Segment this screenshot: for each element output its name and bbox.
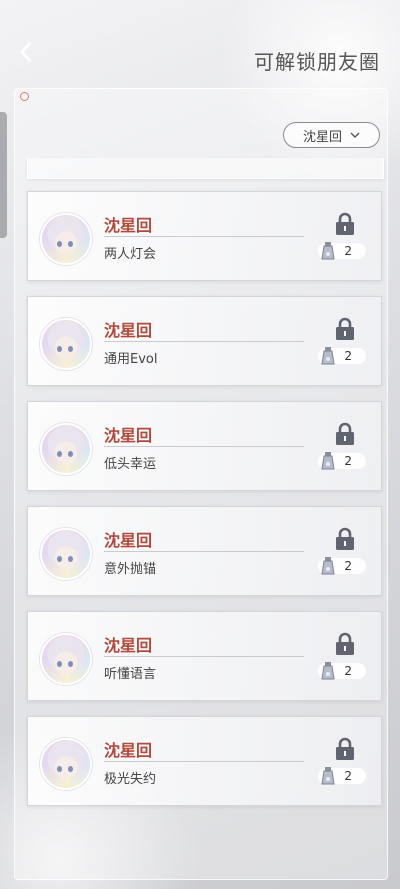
card-description: 极光失约 (104, 772, 157, 787)
card-description: 听懂语言 (104, 667, 157, 682)
divider (104, 551, 304, 552)
page-title: 可解锁朋友圈 (254, 50, 380, 74)
side-scroll-handle[interactable] (0, 112, 7, 238)
divider (104, 761, 304, 762)
chevron-down-icon (350, 132, 360, 138)
vial-icon (321, 767, 335, 785)
cost-count: 2 (344, 769, 352, 783)
lock-icon (336, 737, 354, 760)
partial-card (27, 158, 384, 179)
cost-badge: 2 (318, 662, 366, 680)
avatar (40, 738, 92, 790)
cost-badge: 2 (318, 767, 366, 785)
vial-icon (321, 452, 335, 470)
moment-card[interactable]: 沈星回 意外抛锚 2 (27, 506, 382, 596)
moment-card[interactable]: 沈星回 通用Evol 2 (27, 296, 382, 386)
cost-count: 2 (344, 454, 352, 468)
moment-card[interactable]: 沈星回 极光失约 2 (27, 716, 382, 806)
card-name: 沈星回 (104, 741, 153, 760)
cost-badge: 2 (318, 242, 366, 260)
avatar (40, 318, 92, 370)
moment-card[interactable]: 沈星回 两人灯会 2 (27, 191, 382, 281)
card-description: 低头幸运 (104, 457, 157, 472)
card-description: 意外抛锚 (104, 562, 157, 577)
avatar (40, 213, 92, 265)
vial-icon (321, 242, 335, 260)
card-name: 沈星回 (104, 531, 153, 550)
card-description: 两人灯会 (104, 247, 157, 262)
cost-badge: 2 (318, 452, 366, 470)
panel-logo (20, 92, 29, 101)
chevron-left-icon (20, 41, 32, 63)
card-description: 通用Evol (104, 352, 158, 367)
avatar (40, 528, 92, 580)
vial-icon (321, 662, 335, 680)
lock-icon (336, 212, 354, 235)
card-name: 沈星回 (104, 216, 153, 235)
cost-badge: 2 (318, 557, 366, 575)
vial-icon (321, 347, 335, 365)
divider (104, 656, 304, 657)
vial-icon (321, 557, 335, 575)
cost-count: 2 (344, 559, 352, 573)
cost-count: 2 (344, 244, 352, 258)
cost-count: 2 (344, 349, 352, 363)
lock-icon (336, 422, 354, 445)
card-name: 沈星回 (104, 636, 153, 655)
cost-badge: 2 (318, 347, 366, 365)
avatar (40, 633, 92, 685)
back-button[interactable] (12, 38, 40, 66)
avatar (40, 423, 92, 475)
header: 可解锁朋友圈 (0, 0, 400, 90)
character-filter-dropdown[interactable]: 沈星回 (283, 122, 380, 148)
cost-count: 2 (344, 664, 352, 678)
moment-list: 沈星回 两人灯会 2 沈星回 通用Evol 2 沈星回 低头幸运 2 沈星回 意… (27, 191, 382, 821)
card-name: 沈星回 (104, 321, 153, 340)
divider (104, 341, 304, 342)
divider (104, 236, 304, 237)
lock-icon (336, 317, 354, 340)
lock-icon (336, 632, 354, 655)
lock-icon (336, 527, 354, 550)
filter-selected-label: 沈星回 (302, 129, 342, 145)
moment-card[interactable]: 沈星回 低头幸运 2 (27, 401, 382, 491)
moment-card[interactable]: 沈星回 听懂语言 2 (27, 611, 382, 701)
divider (104, 446, 304, 447)
card-name: 沈星回 (104, 426, 153, 445)
